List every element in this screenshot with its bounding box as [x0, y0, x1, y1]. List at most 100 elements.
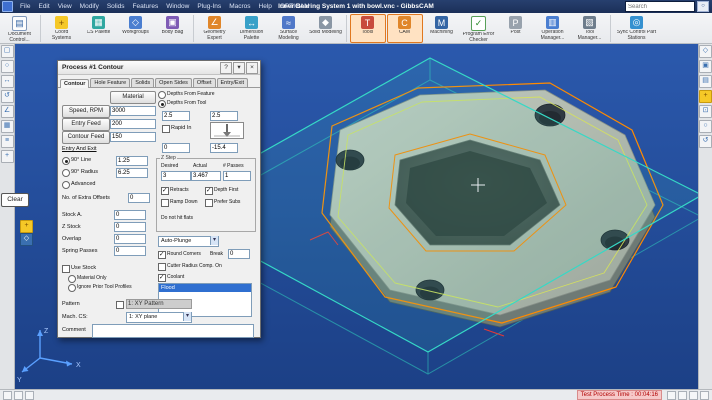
prefer-subs-checkbox[interactable]: [205, 199, 213, 207]
ribbon-item-sync-control[interactable]: ◎ Sync Control Part Stations: [614, 14, 660, 43]
view-top-icon[interactable]: ▣: [699, 60, 712, 73]
dialog-help-icon[interactable]: ?: [220, 61, 232, 74]
redraw-icon[interactable]: ↺: [699, 135, 712, 148]
tab-entry-exit[interactable]: Entry/Exit: [216, 78, 249, 87]
crc-checkbox[interactable]: [158, 263, 166, 271]
status-toggle-icon-2[interactable]: [678, 390, 687, 400]
tab-open-sides[interactable]: Open Sides: [155, 78, 192, 87]
close-icon[interactable]: ×: [246, 61, 258, 74]
menu-view[interactable]: View: [54, 3, 76, 10]
contour-feed-field[interactable]: 150: [110, 132, 156, 142]
menu-opticam[interactable]: OPTICAM: [276, 3, 314, 10]
entry-feed-field[interactable]: 200: [110, 119, 156, 129]
z-desired-field[interactable]: 3: [161, 171, 191, 181]
mach-cs-dropdown[interactable]: 1: XY plane: [126, 312, 192, 323]
ribbon-item-tool-manager[interactable]: ▧ Tool Manager...: [572, 14, 608, 43]
tab-offset[interactable]: Offset: [192, 78, 216, 87]
pattern-checkbox[interactable]: [116, 301, 124, 309]
z-stock-field[interactable]: 0: [114, 222, 146, 232]
ribbon-item-solid-modeling[interactable]: ◆ Solid Modeling: [308, 14, 344, 43]
ribbon-item-document-control[interactable]: ▤ Document Control...: [2, 14, 38, 45]
retracts-checkbox[interactable]: [161, 186, 169, 195]
entry-feed-button[interactable]: Entry Feed: [62, 118, 110, 131]
tab-hole-feature[interactable]: Hole Feature: [90, 78, 131, 87]
ribbon-item-program-error-checker[interactable]: ✓ Program Error Checker: [461, 14, 497, 45]
measure-icon[interactable]: ∠: [0, 105, 14, 118]
ribbon-item-tools[interactable]: T Tools: [349, 14, 386, 43]
ribbon-item-coord-systems[interactable]: + Coord Systems: [44, 14, 80, 43]
radius90-field[interactable]: 6.25: [116, 168, 148, 178]
menu-file[interactable]: File: [16, 3, 34, 10]
zoom-fit-icon[interactable]: ⊡: [699, 105, 712, 118]
surface-top-field[interactable]: 2.5: [162, 111, 190, 121]
stock-a-field[interactable]: 0: [114, 210, 146, 220]
dialog-pin-icon[interactable]: ▾: [233, 61, 245, 74]
depth-first-checkbox[interactable]: [205, 186, 213, 195]
overlap-field[interactable]: 0: [114, 234, 146, 244]
break-field[interactable]: 0: [228, 249, 250, 259]
menu-modify[interactable]: Modify: [76, 3, 103, 10]
zoom-window-icon[interactable]: ○: [699, 120, 712, 133]
z-passes-field[interactable]: 1: [223, 171, 251, 181]
line90-field[interactable]: 1.25: [116, 156, 148, 166]
line90-radio[interactable]: [62, 157, 70, 165]
menu-solids[interactable]: Solids: [103, 3, 129, 10]
comment-field[interactable]: [92, 324, 254, 338]
select-icon[interactable]: ▢: [0, 45, 14, 58]
menu-window[interactable]: Window: [162, 3, 193, 10]
menu-features[interactable]: Features: [129, 3, 163, 10]
ramp-down-checkbox[interactable]: [161, 199, 169, 207]
search-icon[interactable]: ○: [697, 1, 709, 12]
dialog-title-bar[interactable]: Process #1 Contour ? ▾ ×: [58, 61, 260, 75]
view-iso-icon[interactable]: ◇: [699, 45, 712, 58]
depth-z2-field[interactable]: -15.4: [210, 143, 238, 153]
snap-icon[interactable]: +: [0, 150, 14, 163]
zoom-icon[interactable]: ○: [0, 60, 14, 73]
speed-rpm-button[interactable]: Speed, RPM: [62, 105, 110, 118]
status-toggle-icon-1[interactable]: [667, 390, 676, 400]
depths-from-feature-radio[interactable]: [158, 91, 166, 99]
speed-rpm-field[interactable]: 3000: [110, 106, 156, 116]
status-grid-icon[interactable]: [25, 390, 34, 400]
entry-and-exit-link[interactable]: Entry And Exit: [62, 146, 97, 152]
contour-feed-button[interactable]: Contour Feed: [62, 131, 110, 144]
extra-offsets-field[interactable]: 0: [128, 193, 150, 203]
spring-passes-field[interactable]: 0: [114, 246, 146, 256]
search-input[interactable]: [625, 1, 695, 12]
status-axis-icon[interactable]: [3, 390, 12, 400]
use-stock-checkbox[interactable]: [62, 265, 70, 273]
coolant-checkbox[interactable]: [158, 273, 166, 282]
status-toggle-icon-3[interactable]: [689, 390, 698, 400]
pan-icon[interactable]: ↔: [0, 75, 14, 88]
depths-from-tool-radio[interactable]: [158, 100, 166, 108]
ribbon-item-cam[interactable]: C CAM: [386, 14, 423, 43]
ribbon-item-machining[interactable]: M Machining: [424, 14, 460, 43]
layers-icon[interactable]: ≡: [0, 135, 14, 148]
depth-z-field[interactable]: 0: [162, 143, 190, 153]
tab-contour[interactable]: Contour: [60, 79, 90, 88]
clear-button[interactable]: Clear: [1, 193, 29, 207]
grid-icon[interactable]: ▦: [0, 120, 14, 133]
ribbon-item-operation-manager[interactable]: ▥ Operation Manager...: [535, 14, 571, 43]
menu-plugins[interactable]: Plug-Ins: [193, 3, 225, 10]
menu-edit[interactable]: Edit: [34, 3, 53, 10]
ribbon-item-workgroups[interactable]: ◇ Workgroups: [118, 14, 154, 43]
rapid-in-checkbox[interactable]: [162, 125, 170, 133]
view-front-icon[interactable]: ▤: [699, 75, 712, 88]
plunge-dropdown[interactable]: Auto-Plunge: [158, 236, 219, 247]
ribbon-item-cs-palette[interactable]: ▦ CS Palette: [81, 14, 117, 43]
round-corners-checkbox[interactable]: [158, 250, 166, 259]
advanced-radio[interactable]: [62, 181, 70, 189]
ribbon-item-surface-modeling[interactable]: ≈ Surface Modeling: [271, 14, 307, 43]
cs-axis-icon[interactable]: +: [699, 90, 712, 103]
menu-macros[interactable]: Macros: [225, 3, 254, 10]
material-only-radio[interactable]: [68, 275, 76, 283]
ignore-prior-radio[interactable]: [68, 284, 76, 292]
radius90-radio[interactable]: [62, 169, 70, 177]
ribbon-item-post[interactable]: P Post: [498, 14, 534, 43]
ribbon-item-geometry-expert[interactable]: ∠ Geometry Expert: [197, 14, 233, 43]
status-snap-icon[interactable]: [14, 390, 23, 400]
z-actual-field[interactable]: 3.467: [191, 171, 221, 181]
coolant-selected-item[interactable]: Flood: [159, 284, 251, 292]
tab-solids[interactable]: Solids: [131, 78, 155, 87]
